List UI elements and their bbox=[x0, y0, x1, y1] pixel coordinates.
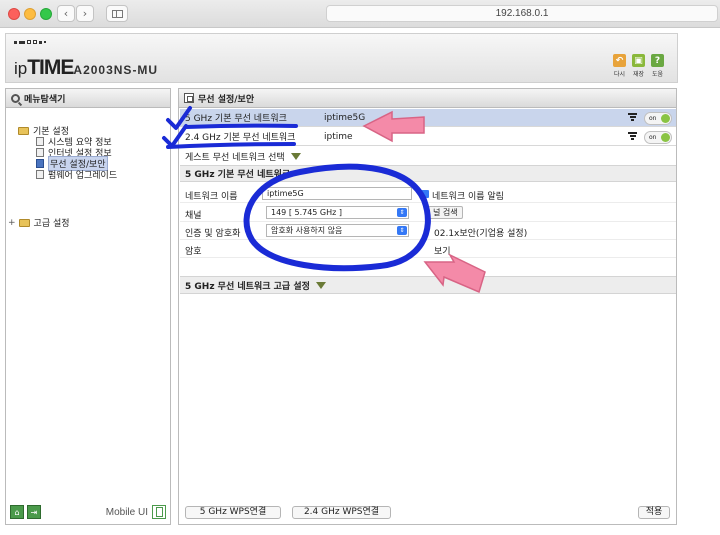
logout-icon[interactable]: ⇥ bbox=[27, 505, 41, 519]
page-icon bbox=[36, 170, 44, 179]
plus-icon: + bbox=[8, 217, 16, 228]
select-arrows-icon: ⇕ bbox=[397, 226, 407, 235]
undo-label: 다시 bbox=[613, 71, 626, 78]
logo-ip: ip bbox=[14, 59, 28, 78]
page-icon bbox=[36, 148, 44, 157]
network-row-24ghz[interactable]: 2.4 GHz 기본 무선 네트워크 iptime on bbox=[180, 128, 676, 146]
broadcast-checkbox[interactable] bbox=[421, 190, 429, 198]
guest-network-select[interactable]: 게스트 무선 네트워크 선택 bbox=[185, 150, 301, 163]
window-icon bbox=[184, 93, 194, 103]
logo: ipTIMEA2003NS-MU bbox=[14, 56, 158, 80]
chevron-down-icon bbox=[315, 281, 326, 289]
network-toggle[interactable]: on bbox=[644, 131, 672, 144]
network-row-5ghz[interactable]: 5 GHz 기본 무선 네트워크 iptime5G on bbox=[180, 109, 676, 127]
wifi-icon bbox=[36, 159, 44, 168]
logo-dots bbox=[14, 40, 46, 44]
network-ssid: iptime5G bbox=[324, 112, 366, 123]
section-title: 5 GHz 기본 무선 네트워크 bbox=[185, 170, 291, 180]
enterprise-security-label[interactable]: 02.1x보안(기업용 설정) bbox=[434, 226, 527, 239]
auth-label: 인증 및 암호화 bbox=[185, 229, 241, 239]
guest-network-label: 게스트 무선 네트워크 선택 bbox=[185, 153, 285, 163]
minimize-window-button[interactable] bbox=[24, 8, 36, 20]
browser-toolbar: ‹ › 192.168.0.1 bbox=[0, 0, 720, 28]
filter-icon[interactable] bbox=[628, 113, 637, 122]
forward-button[interactable]: › bbox=[76, 5, 94, 22]
help-icon: ? bbox=[651, 54, 664, 67]
network-name-input[interactable]: iptime5G bbox=[262, 187, 412, 200]
form-row-network-name: 네트워크 이름 iptime5G 네트워크 이름 알림 bbox=[180, 185, 676, 203]
mobile-ui-button[interactable]: Mobile UI bbox=[106, 505, 166, 519]
close-window-button[interactable] bbox=[8, 8, 20, 20]
network-name-label: 네트워크 이름 bbox=[185, 192, 238, 202]
page-icon bbox=[36, 137, 44, 146]
chevron-right-icon: › bbox=[82, 7, 88, 20]
menu-explorer: 메뉴탐색기 기본 설정 시스템 요약 정보 인터넷 설정 정보 무선 설정/보안… bbox=[5, 88, 171, 525]
menu-bottom-bar: ⌂ ⇥ Mobile UI bbox=[10, 504, 166, 520]
content-title-bar: 무선 설정/보안 bbox=[179, 89, 676, 108]
mobile-ui-label: Mobile UI bbox=[105, 506, 148, 518]
network-name: 2.4 GHz 기본 무선 네트워크 bbox=[185, 133, 296, 143]
tree-advanced-settings[interactable]: + 고급 설정 bbox=[8, 217, 70, 230]
show-password-label[interactable]: 보기 bbox=[434, 244, 451, 257]
apply-button[interactable]: 적용 bbox=[638, 506, 670, 519]
select-arrows-icon: ⇕ bbox=[397, 208, 407, 217]
content-panel: 무선 설정/보안 5 GHz 기본 무선 네트워크 iptime5G on 2.… bbox=[178, 88, 677, 525]
chevron-left-icon: ‹ bbox=[63, 7, 69, 20]
help-button[interactable]: ? 도움 bbox=[650, 54, 665, 78]
router-header: ipTIMEA2003NS-MU ↶ 다시 ▣ 재장 ? 도움 bbox=[5, 33, 678, 83]
channel-label: 채널 bbox=[185, 211, 202, 221]
auth-select[interactable]: 암호화 사용하지 않음 ⇕ bbox=[266, 224, 409, 237]
section-header-5ghz: 5 GHz 기본 무선 네트워크 bbox=[180, 165, 676, 182]
page-title: 무선 설정/보안 bbox=[198, 94, 255, 105]
wps-5ghz-button[interactable]: 5 GHz WPS연결 bbox=[185, 506, 281, 519]
form-row-auth: 인증 및 암호화 암호화 사용하지 않음 ⇕ 02.1x보안(기업용 설정) bbox=[180, 222, 676, 240]
folder-icon bbox=[18, 126, 29, 135]
logo-time: TIME bbox=[27, 56, 74, 79]
menu-explorer-label: 메뉴탐색기 bbox=[24, 94, 66, 105]
back-button[interactable]: ‹ bbox=[57, 5, 75, 22]
channel-search-button[interactable]: 널 검색 bbox=[428, 206, 463, 219]
advanced-settings-toggle[interactable]: 5 GHz 무선 네트워크 고급 설정 bbox=[180, 276, 676, 294]
form-row-password: 암호 보기 bbox=[180, 240, 676, 258]
home-icon[interactable]: ⌂ bbox=[10, 505, 24, 519]
help-label: 도움 bbox=[651, 71, 664, 78]
form-row-channel: 채널 149 [ 5.745 GHz ] ⇕ 널 검색 bbox=[180, 204, 676, 222]
search-icon bbox=[11, 93, 20, 103]
broadcast-label: 네트워크 이름 알림 bbox=[432, 192, 504, 202]
sidebar-item-firmware[interactable]: 펌웨어 업그레이드 bbox=[36, 169, 118, 181]
channel-select[interactable]: 149 [ 5.745 GHz ] ⇕ bbox=[266, 206, 409, 219]
save-icon: ▣ bbox=[632, 54, 645, 67]
menu-explorer-title: 메뉴탐색기 bbox=[6, 89, 170, 108]
password-label: 암호 bbox=[185, 247, 202, 257]
mobile-icon bbox=[152, 505, 166, 519]
sidebar-toggle-button[interactable] bbox=[106, 5, 128, 22]
menu-tree-advanced: + 고급 설정 bbox=[8, 217, 70, 230]
model-name: A2003NS-MU bbox=[73, 63, 159, 77]
network-ssid: iptime bbox=[324, 131, 353, 142]
header-icons: ↶ 다시 ▣ 재장 ? 도움 bbox=[612, 54, 665, 78]
tree-advanced-label: 고급 설정 bbox=[33, 219, 70, 229]
zoom-window-button[interactable] bbox=[40, 8, 52, 20]
sidebar-item-label: 펌웨어 업그레이드 bbox=[48, 171, 118, 181]
save-button[interactable]: ▣ 재장 bbox=[631, 54, 646, 78]
wps-24ghz-button[interactable]: 2.4 GHz WPS연결 bbox=[292, 506, 391, 519]
folder-icon bbox=[18, 218, 30, 227]
network-name: 5 GHz 기본 무선 네트워크 bbox=[185, 114, 287, 124]
chevron-down-icon bbox=[290, 153, 301, 160]
save-label: 재장 bbox=[632, 71, 645, 78]
menu-tree: 기본 설정 시스템 요약 정보 인터넷 설정 정보 무선 설정/보안 펌웨어 업… bbox=[18, 125, 118, 181]
filter-icon[interactable] bbox=[628, 132, 637, 141]
auth-value: 암호화 사용하지 않음 bbox=[271, 226, 343, 235]
undo-icon: ↶ bbox=[613, 54, 626, 67]
address-bar[interactable]: 192.168.0.1 bbox=[326, 5, 718, 22]
sidebar-icon bbox=[111, 9, 123, 18]
advanced-settings-label: 5 GHz 무선 네트워크 고급 설정 bbox=[185, 281, 310, 292]
undo-button[interactable]: ↶ 다시 bbox=[612, 54, 627, 78]
channel-value: 149 [ 5.745 GHz ] bbox=[271, 208, 342, 217]
network-toggle[interactable]: on bbox=[644, 112, 672, 125]
